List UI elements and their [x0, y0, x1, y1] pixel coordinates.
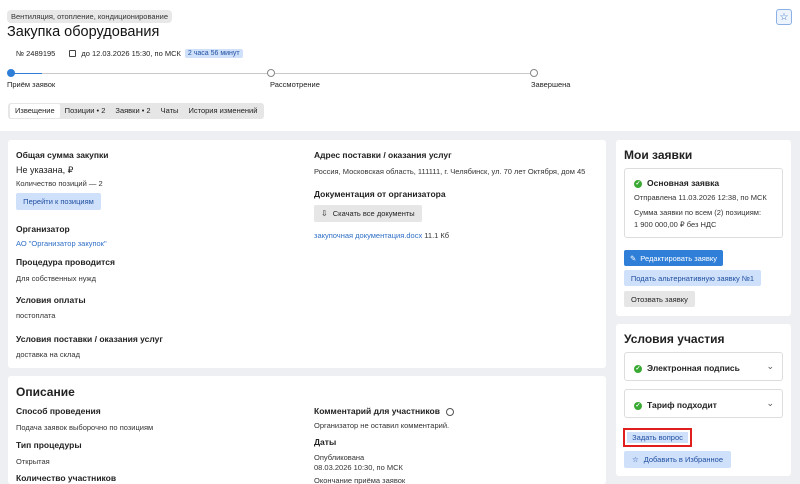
delivery-value: доставка на склад	[16, 350, 80, 359]
total-value: Не указана, ₽	[16, 165, 74, 175]
published-label: Опубликована	[314, 453, 365, 462]
procedure-title: Процедура проводится	[16, 257, 115, 267]
main-bid-title: ✓ Основная заявка	[634, 178, 719, 188]
tabs-bar: Извещение Позиции • 2 Заявки • 2 Чаты Ис…	[8, 103, 265, 119]
my-bids-card: Мои заявки ✓ Основная заявка Отправлена 1…	[616, 140, 791, 316]
organizer-link[interactable]: АО "Организатор закупок"	[16, 239, 107, 248]
star-icon: ☆	[631, 455, 639, 464]
method-title: Способ проведения	[16, 406, 101, 416]
alt-bid-button[interactable]: Подать альтернативную заявку №1	[624, 270, 761, 286]
tab-bids[interactable]: Заявки • 2	[110, 104, 155, 118]
my-bids-title: Мои заявки	[624, 148, 693, 162]
comment-value: Организатор не оставил комментарий.	[314, 421, 450, 430]
tab-chats[interactable]: Чаты	[156, 104, 184, 118]
page-header: Вентиляция, отопление, кондиционирование…	[0, 0, 800, 130]
tariff-row[interactable]: ✓ Тариф подходит ⌄	[624, 389, 783, 418]
add-favorite-button[interactable]: ☆ Добавить в Избранное	[624, 451, 731, 468]
download-icon: ⇩	[321, 209, 328, 218]
chevron-down-icon: ⌄	[766, 361, 774, 371]
tab-notice[interactable]: Извещение	[10, 104, 60, 118]
step-dot-1	[7, 69, 15, 77]
delivery-title: Условия поставки / оказания услуг	[16, 334, 163, 344]
goto-positions-button[interactable]: Перейти к позициям	[16, 193, 101, 210]
doc-file-link[interactable]: закупочная документация.docx	[314, 231, 422, 240]
check-circle-icon: ✓	[634, 179, 642, 188]
tariff-label: ✓ Тариф подходит	[634, 400, 717, 410]
signature-row[interactable]: ✓ Электронная подпись ⌄	[624, 352, 783, 381]
conditions-title: Условия участия	[624, 332, 725, 346]
type-title: Тип процедуры	[16, 440, 82, 450]
summary-card: Общая сумма закупки Не указана, ₽ Количе…	[8, 140, 606, 368]
procurement-number: № 2489195	[16, 49, 56, 58]
participants-title: Количество участников	[16, 473, 117, 483]
signature-label: ✓ Электронная подпись	[634, 363, 740, 373]
comment-title: Комментарий для участников	[314, 406, 455, 416]
total-title: Общая сумма закупки	[16, 150, 109, 160]
star-icon[interactable]: ☆	[776, 9, 792, 25]
info-icon	[446, 407, 455, 416]
positions-count: Количество позиций — 2	[16, 179, 103, 188]
comment-title-text: Комментарий для участников	[314, 406, 440, 416]
check-circle-icon: ✓	[634, 364, 642, 373]
timer-badge: 2 часа 56 минут	[184, 49, 243, 58]
type-value: Открытая	[16, 457, 50, 466]
address-title: Адрес поставки / оказания услуг	[314, 150, 452, 160]
bid-sum-label: Сумма заявки по всем (2) позициям:	[634, 208, 762, 217]
category-badge: Вентиляция, отопление, кондиционирование	[7, 10, 173, 23]
description-title: Описание	[16, 385, 75, 399]
tariff-text: Тариф подходит	[647, 400, 717, 410]
edit-bid-button[interactable]: ✎ Редактировать заявку	[624, 250, 723, 266]
docs-title: Документация от организатора	[314, 189, 446, 199]
payment-value: постоплата	[16, 311, 56, 320]
step-label-1: Приём заявок	[7, 80, 56, 89]
page-title: Закупка оборудования	[7, 24, 160, 40]
pencil-icon: ✎	[630, 253, 637, 263]
dates-title: Даты	[314, 437, 337, 447]
signature-text: Электронная подпись	[647, 363, 740, 373]
tab-positions[interactable]: Позиции • 2	[60, 104, 111, 118]
ask-question-button[interactable]: Задать вопрос	[623, 428, 692, 447]
procedure-value: Для собственных нужд	[16, 274, 96, 283]
tab-history[interactable]: История изменений	[183, 104, 262, 118]
method-value: Подача заявок выборочно по позициям	[16, 423, 154, 432]
end-label: Окончание приёма заявок	[314, 476, 406, 484]
ask-question-label: Задать вопрос	[627, 432, 688, 443]
download-all-label: Скачать все документы	[332, 209, 415, 218]
main-bid-label: Основная заявка	[647, 178, 720, 188]
download-all-button[interactable]: ⇩ Скачать все документы	[314, 205, 422, 222]
address-value: Россия, Московская область, 111111, г. Ч…	[314, 167, 586, 176]
check-circle-icon: ✓	[634, 401, 642, 410]
chevron-down-icon: ⌄	[766, 398, 774, 408]
step-dot-3	[530, 69, 538, 77]
published-value: 08.03.2026 10:30, по МСК	[314, 463, 403, 472]
doc-file-size: 11.1 Кб	[424, 231, 450, 240]
main-bid-box: ✓ Основная заявка Отправлена 11.03.2026 1…	[624, 168, 783, 238]
organizer-title: Организатор	[16, 224, 70, 234]
calendar-icon	[69, 50, 77, 57]
deadline: до 12.03.2026 15:30, по МСК	[81, 49, 181, 58]
progress-active	[12, 73, 42, 74]
step-label-2: Рассмотрение	[270, 80, 320, 89]
procurement-meta: № 2489195 до 12.03.2026 15:30, по МСК 2 …	[16, 49, 243, 58]
withdraw-bid-button[interactable]: Отозвать заявку	[624, 291, 695, 307]
edit-bid-label: Редактировать заявку	[640, 253, 717, 263]
bid-sum-value: 1 900 000,00 ₽ без НДС	[634, 220, 717, 229]
payment-title: Условия оплаты	[16, 295, 86, 305]
step-dot-2	[267, 69, 275, 77]
add-favorite-label: Добавить в Избранное	[643, 455, 724, 464]
doc-file-row: закупочная документация.docx 11.1 Кб	[314, 231, 449, 240]
step-label-3: Завершена	[531, 80, 571, 89]
description-card: Описание Способ проведения Подача заявок…	[8, 376, 606, 484]
bid-sent: Отправлена 11.03.2026 12:38, по МСК	[634, 193, 767, 202]
